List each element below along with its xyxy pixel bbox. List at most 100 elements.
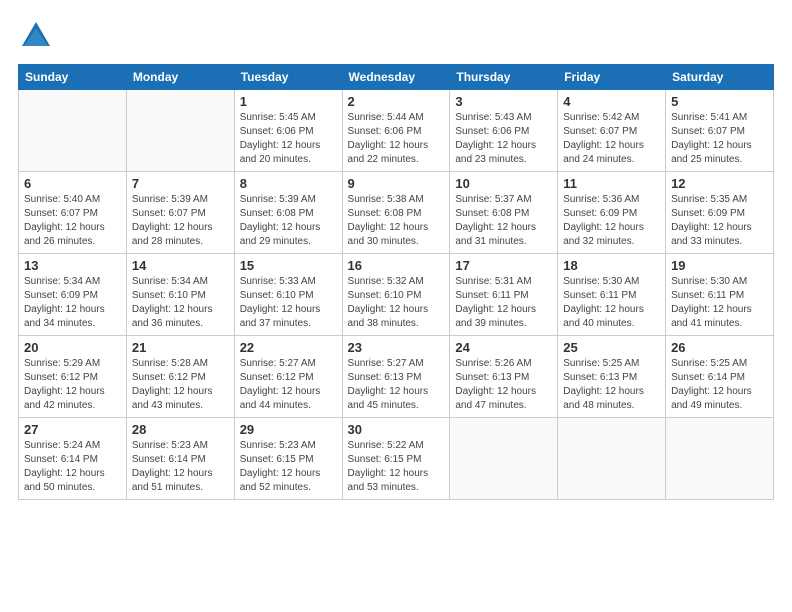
day-header-sunday: Sunday	[19, 65, 127, 90]
week-row-5: 27 Sunrise: 5:24 AM Sunset: 6:14 PM Dayli…	[19, 418, 774, 500]
day-info: Sunrise: 5:32 AM Sunset: 6:10 PM Dayligh…	[348, 275, 445, 331]
week-row-3: 13Sunrise: 5:34 AM Sunset: 6:09 PM Dayli…	[19, 254, 774, 336]
day-number: 19	[671, 258, 768, 273]
day-number: 30	[348, 422, 445, 437]
calendar-cell	[558, 418, 666, 500]
day-number: 9	[348, 176, 445, 191]
day-number: 22	[240, 340, 337, 355]
calendar-cell: 13Sunrise: 5:34 AM Sunset: 6:09 PM Dayli…	[19, 254, 127, 336]
calendar-cell: 30 Sunrise: 5:22 AM Sunset: 6:15 PM Dayli…	[342, 418, 450, 500]
day-info: Sunrise: 5:30 AM Sunset: 6:11 PM Dayligh…	[671, 275, 768, 331]
day-info: Sunrise: 5:24 AM Sunset: 6:14 PM Dayligh…	[24, 439, 121, 495]
day-header-saturday: Saturday	[666, 65, 774, 90]
day-info: Sunrise: 5:34 AM Sunset: 6:10 PM Dayligh…	[132, 275, 229, 331]
day-info: Sunrise: 5:25 AM Sunset: 6:14 PM Dayligh…	[671, 357, 768, 413]
day-info: Sunrise: 5:33 AM Sunset: 6:10 PM Dayligh…	[240, 275, 337, 331]
day-header-wednesday: Wednesday	[342, 65, 450, 90]
calendar-cell: 7 Sunrise: 5:39 AM Sunset: 6:07 PM Daylig…	[126, 172, 234, 254]
logo-icon	[18, 18, 54, 54]
day-info: Sunrise: 5:22 AM Sunset: 6:15 PM Dayligh…	[348, 439, 445, 495]
day-info: Sunrise: 5:36 AM Sunset: 6:09 PM Dayligh…	[563, 193, 660, 249]
day-number: 6	[24, 176, 121, 191]
day-info: Sunrise: 5:28 AM Sunset: 6:12 PM Dayligh…	[132, 357, 229, 413]
calendar-cell: 12 Sunrise: 5:35 AM Sunset: 6:09 PM Dayli…	[666, 172, 774, 254]
calendar-cell: 16 Sunrise: 5:32 AM Sunset: 6:10 PM Dayli…	[342, 254, 450, 336]
day-info: Sunrise: 5:43 AM Sunset: 6:06 PM Dayligh…	[455, 111, 552, 167]
day-info: Sunrise: 5:31 AM Sunset: 6:11 PM Dayligh…	[455, 275, 552, 331]
calendar-cell: 3Sunrise: 5:43 AM Sunset: 6:06 PM Daylig…	[450, 90, 558, 172]
day-info: Sunrise: 5:34 AM Sunset: 6:09 PM Dayligh…	[24, 275, 121, 331]
day-number: 21	[132, 340, 229, 355]
calendar-cell	[450, 418, 558, 500]
day-info: Sunrise: 5:39 AM Sunset: 6:07 PM Dayligh…	[132, 193, 229, 249]
day-number: 24	[455, 340, 552, 355]
day-info: Sunrise: 5:26 AM Sunset: 6:13 PM Dayligh…	[455, 357, 552, 413]
calendar-cell	[666, 418, 774, 500]
logo	[18, 18, 58, 54]
day-number: 8	[240, 176, 337, 191]
day-header-friday: Friday	[558, 65, 666, 90]
day-header-thursday: Thursday	[450, 65, 558, 90]
day-info: Sunrise: 5:40 AM Sunset: 6:07 PM Dayligh…	[24, 193, 121, 249]
calendar-cell	[19, 90, 127, 172]
page: SundayMondayTuesdayWednesdayThursdayFrid…	[0, 0, 792, 612]
day-number: 25	[563, 340, 660, 355]
day-number: 28	[132, 422, 229, 437]
calendar-cell: 15 Sunrise: 5:33 AM Sunset: 6:10 PM Dayli…	[234, 254, 342, 336]
calendar-cell: 23 Sunrise: 5:27 AM Sunset: 6:13 PM Dayli…	[342, 336, 450, 418]
day-info: Sunrise: 5:44 AM Sunset: 6:06 PM Dayligh…	[348, 111, 445, 167]
calendar-cell: 25 Sunrise: 5:25 AM Sunset: 6:13 PM Dayli…	[558, 336, 666, 418]
day-info: Sunrise: 5:25 AM Sunset: 6:13 PM Dayligh…	[563, 357, 660, 413]
calendar-cell: 5 Sunrise: 5:41 AM Sunset: 6:07 PM Daylig…	[666, 90, 774, 172]
day-number: 20	[24, 340, 121, 355]
calendar-cell: 9 Sunrise: 5:38 AM Sunset: 6:08 PM Daylig…	[342, 172, 450, 254]
header	[18, 18, 774, 54]
day-info: Sunrise: 5:27 AM Sunset: 6:13 PM Dayligh…	[348, 357, 445, 413]
day-number: 7	[132, 176, 229, 191]
day-number: 5	[671, 94, 768, 109]
day-info: Sunrise: 5:38 AM Sunset: 6:08 PM Dayligh…	[348, 193, 445, 249]
day-info: Sunrise: 5:23 AM Sunset: 6:15 PM Dayligh…	[240, 439, 337, 495]
day-info: Sunrise: 5:27 AM Sunset: 6:12 PM Dayligh…	[240, 357, 337, 413]
day-info: Sunrise: 5:29 AM Sunset: 6:12 PM Dayligh…	[24, 357, 121, 413]
day-number: 29	[240, 422, 337, 437]
day-number: 10	[455, 176, 552, 191]
day-info: Sunrise: 5:35 AM Sunset: 6:09 PM Dayligh…	[671, 193, 768, 249]
calendar-cell: 24 Sunrise: 5:26 AM Sunset: 6:13 PM Dayli…	[450, 336, 558, 418]
week-row-4: 20 Sunrise: 5:29 AM Sunset: 6:12 PM Dayli…	[19, 336, 774, 418]
calendar-cell	[126, 90, 234, 172]
calendar-cell: 18 Sunrise: 5:30 AM Sunset: 6:11 PM Dayli…	[558, 254, 666, 336]
day-number: 16	[348, 258, 445, 273]
calendar-cell: 10Sunrise: 5:37 AM Sunset: 6:08 PM Dayli…	[450, 172, 558, 254]
calendar-cell: 17 Sunrise: 5:31 AM Sunset: 6:11 PM Dayli…	[450, 254, 558, 336]
day-info: Sunrise: 5:23 AM Sunset: 6:14 PM Dayligh…	[132, 439, 229, 495]
day-number: 4	[563, 94, 660, 109]
day-info: Sunrise: 5:42 AM Sunset: 6:07 PM Dayligh…	[563, 111, 660, 167]
day-info: Sunrise: 5:41 AM Sunset: 6:07 PM Dayligh…	[671, 111, 768, 167]
calendar-cell: 11Sunrise: 5:36 AM Sunset: 6:09 PM Dayli…	[558, 172, 666, 254]
calendar-cell: 20 Sunrise: 5:29 AM Sunset: 6:12 PM Dayli…	[19, 336, 127, 418]
day-number: 15	[240, 258, 337, 273]
day-number: 1	[240, 94, 337, 109]
day-info: Sunrise: 5:30 AM Sunset: 6:11 PM Dayligh…	[563, 275, 660, 331]
day-number: 2	[348, 94, 445, 109]
calendar-cell: 14 Sunrise: 5:34 AM Sunset: 6:10 PM Dayli…	[126, 254, 234, 336]
calendar-cell: 27 Sunrise: 5:24 AM Sunset: 6:14 PM Dayli…	[19, 418, 127, 500]
day-number: 12	[671, 176, 768, 191]
calendar-cell: 6 Sunrise: 5:40 AM Sunset: 6:07 PM Daylig…	[19, 172, 127, 254]
day-number: 27	[24, 422, 121, 437]
calendar-cell: 26Sunrise: 5:25 AM Sunset: 6:14 PM Dayli…	[666, 336, 774, 418]
week-row-1: 1Sunrise: 5:45 AM Sunset: 6:06 PM Daylig…	[19, 90, 774, 172]
day-header-tuesday: Tuesday	[234, 65, 342, 90]
week-row-2: 6 Sunrise: 5:40 AM Sunset: 6:07 PM Daylig…	[19, 172, 774, 254]
day-number: 23	[348, 340, 445, 355]
calendar-cell: 19 Sunrise: 5:30 AM Sunset: 6:11 PM Dayli…	[666, 254, 774, 336]
calendar-cell: 28 Sunrise: 5:23 AM Sunset: 6:14 PM Dayli…	[126, 418, 234, 500]
calendar-cell: 29 Sunrise: 5:23 AM Sunset: 6:15 PM Dayli…	[234, 418, 342, 500]
calendar-cell: 4 Sunrise: 5:42 AM Sunset: 6:07 PM Daylig…	[558, 90, 666, 172]
day-number: 18	[563, 258, 660, 273]
calendar-cell: 8 Sunrise: 5:39 AM Sunset: 6:08 PM Daylig…	[234, 172, 342, 254]
day-number: 17	[455, 258, 552, 273]
day-number: 14	[132, 258, 229, 273]
day-info: Sunrise: 5:39 AM Sunset: 6:08 PM Dayligh…	[240, 193, 337, 249]
